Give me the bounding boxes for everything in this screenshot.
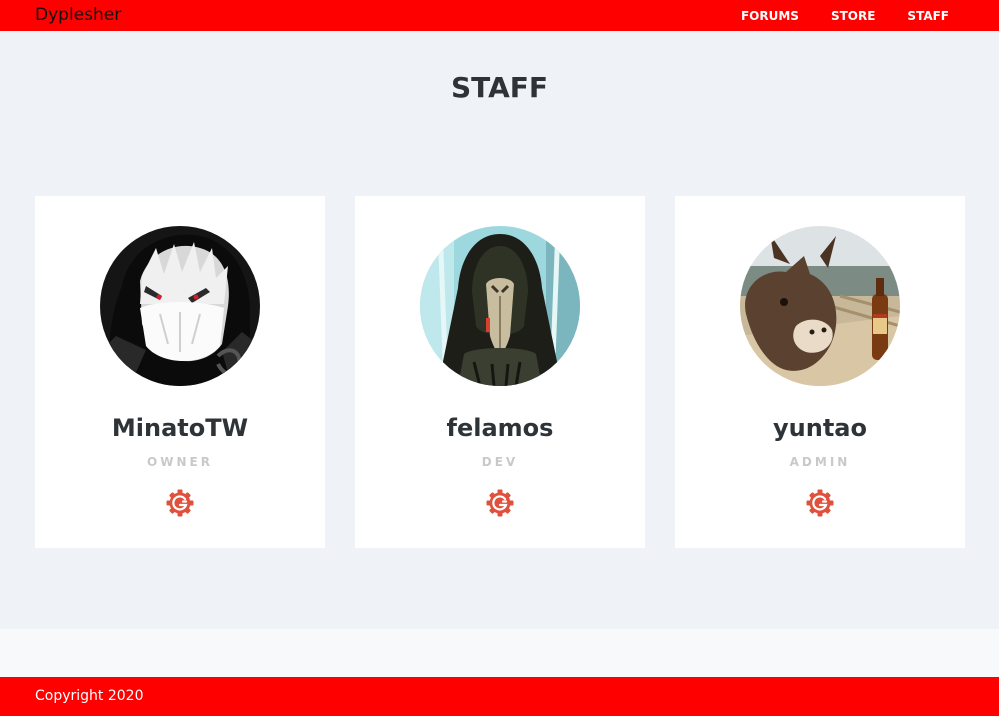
page-title: STAFF xyxy=(450,71,548,104)
site-footer: Copyright 2020 xyxy=(0,677,999,716)
nav-link-store[interactable]: STORE xyxy=(831,9,875,23)
footer-spacer xyxy=(0,629,999,677)
avatar xyxy=(420,226,580,386)
gitea-profile-icon[interactable] xyxy=(485,488,515,518)
main-nav: FORUMS STORE STAFF xyxy=(741,9,949,23)
site-brand[interactable]: Dyplesher xyxy=(35,5,121,25)
top-navbar: Dyplesher FORUMS STORE STAFF xyxy=(0,0,999,31)
staff-name: felamos xyxy=(446,414,554,442)
staff-card: yuntao ADMIN xyxy=(675,196,965,548)
gitea-profile-icon[interactable] xyxy=(805,488,835,518)
nav-link-staff[interactable]: STAFF xyxy=(907,9,949,23)
staff-card: felamos DEV xyxy=(355,196,645,548)
staff-role: DEV xyxy=(481,455,519,469)
avatar xyxy=(100,226,260,386)
staff-role: OWNER xyxy=(147,455,213,469)
gitea-profile-icon[interactable] xyxy=(165,488,195,518)
staff-name: yuntao xyxy=(773,414,867,442)
staff-role: ADMIN xyxy=(789,455,851,469)
copyright-text: Copyright 2020 xyxy=(35,688,144,704)
avatar xyxy=(740,226,900,386)
staff-name: MinatoTW xyxy=(111,414,249,442)
nav-link-forums[interactable]: FORUMS xyxy=(741,9,799,23)
staff-card: MinatoTW OWNER xyxy=(35,196,325,548)
staff-section: STAFF MinatoTW OWNER felamos DEV yuntao … xyxy=(0,31,999,629)
